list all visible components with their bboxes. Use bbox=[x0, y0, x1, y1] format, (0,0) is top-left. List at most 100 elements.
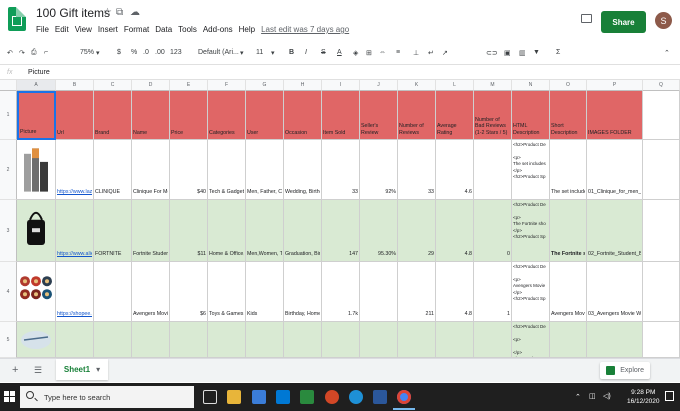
cloud-status-icon[interactable]: ☁ bbox=[130, 7, 140, 18]
table-cell-user[interactable]: Men,Women, Te bbox=[246, 200, 284, 262]
menu-addons[interactable]: Add-ons bbox=[203, 25, 233, 34]
insert-comment-icon[interactable]: ▣ bbox=[504, 49, 511, 57]
header-cell[interactable]: Categories bbox=[208, 91, 246, 140]
table-cell-name[interactable]: Fortnite Student bbox=[132, 200, 170, 262]
taskbar-clock[interactable]: 9:28 PM 16/12/2020 bbox=[627, 388, 660, 406]
sheet-tab-dropdown-icon[interactable]: ▾ bbox=[96, 365, 100, 374]
table-cell-folder[interactable]: 01_Clinique_for_men_h bbox=[587, 140, 643, 200]
table-cell-rating[interactable]: 4.6 bbox=[436, 140, 474, 200]
table-cell-categories[interactable]: Home & Office, bbox=[208, 200, 246, 262]
table-cell-short[interactable]: Avengers Movie bbox=[550, 262, 587, 322]
header-cell[interactable]: Number of Bad Reviews (1-2 Stars / 5) bbox=[474, 91, 512, 140]
header-cell[interactable]: Url bbox=[56, 91, 94, 140]
header-cell[interactable]: IMAGES FOLDER bbox=[587, 91, 643, 140]
row-header-1[interactable]: 1 bbox=[0, 91, 17, 140]
header-cell[interactable]: Brand bbox=[94, 91, 132, 140]
table-cell-html[interactable]: <h2>Product De <p> Avengers Movie </p> <h2>P… bbox=[512, 262, 550, 322]
notifications-icon[interactable] bbox=[665, 391, 674, 401]
table-cell-bad[interactable] bbox=[474, 140, 512, 200]
filter-icon[interactable]: ▼ bbox=[533, 49, 540, 56]
comments-icon[interactable] bbox=[581, 14, 592, 23]
column-header-k[interactable]: K bbox=[398, 80, 436, 91]
table-cell-price[interactable]: $11 bbox=[170, 200, 208, 262]
zoom-dropdown-icon[interactable]: ▾ bbox=[96, 49, 100, 57]
merge-cells-icon[interactable]: ⇔ bbox=[379, 49, 386, 56]
undo-icon[interactable]: ↶ bbox=[7, 49, 13, 57]
picture-cell[interactable] bbox=[17, 322, 56, 358]
table-cell-name[interactable] bbox=[132, 322, 170, 358]
column-header-a[interactable]: A bbox=[17, 80, 56, 91]
column-header-j[interactable]: J bbox=[360, 80, 398, 91]
add-sheet-icon[interactable]: + bbox=[12, 364, 18, 376]
formula-input[interactable]: Picture bbox=[28, 69, 50, 76]
horizontal-align-icon[interactable]: ≡ bbox=[396, 49, 400, 56]
font-select[interactable]: Default (Ari... bbox=[198, 49, 239, 56]
text-color-button[interactable]: A bbox=[337, 49, 342, 56]
table-cell-occasion[interactable] bbox=[284, 322, 322, 358]
star-icon[interactable]: ☆ bbox=[103, 7, 112, 18]
borders-icon[interactable]: ⊞ bbox=[366, 49, 372, 57]
table-cell-url[interactable]: https://www.alies bbox=[56, 200, 94, 262]
move-folder-icon[interactable]: ⧉ bbox=[116, 7, 123, 18]
empty-cell[interactable] bbox=[643, 262, 680, 322]
table-cell-num_reviews[interactable] bbox=[398, 322, 436, 358]
table-cell-review[interactable]: 92% bbox=[360, 140, 398, 200]
table-cell-rating[interactable]: 4.8 bbox=[436, 262, 474, 322]
menu-edit[interactable]: Edit bbox=[55, 25, 69, 34]
table-cell-price[interactable]: $6 bbox=[170, 262, 208, 322]
table-cell-sold[interactable]: 33 bbox=[322, 140, 360, 200]
number-format-button[interactable]: 123 bbox=[170, 49, 182, 56]
column-header-m[interactable]: M bbox=[474, 80, 512, 91]
functions-icon[interactable]: Σ bbox=[556, 49, 560, 56]
powerpoint-icon[interactable] bbox=[325, 390, 339, 404]
picture-cell[interactable] bbox=[17, 140, 56, 200]
table-cell-categories[interactable]: Tech & Gadgets bbox=[208, 140, 246, 200]
text-rotation-icon[interactable]: ↗ bbox=[442, 49, 448, 57]
network-icon[interactable]: ◫ bbox=[589, 392, 596, 400]
strikethrough-button[interactable]: S bbox=[321, 49, 326, 56]
decrease-decimal-button[interactable]: .0 bbox=[143, 49, 149, 56]
font-size-select[interactable]: 11 bbox=[256, 49, 263, 56]
table-cell-sold[interactable] bbox=[322, 322, 360, 358]
table-cell-folder[interactable] bbox=[587, 322, 643, 358]
excel-icon[interactable] bbox=[300, 390, 314, 404]
table-cell-url[interactable]: https://shopee.sg bbox=[56, 262, 94, 322]
menu-view[interactable]: View bbox=[75, 25, 92, 34]
spreadsheet-grid[interactable]: A B C D E F G H I J K L M N O P Q 1 2 3 4 5 Picture Url Brand Nam… bbox=[0, 80, 680, 358]
volume-icon[interactable]: ◁) bbox=[603, 392, 611, 400]
bold-button[interactable]: B bbox=[289, 49, 294, 56]
table-cell-url[interactable] bbox=[56, 322, 94, 358]
table-cell-occasion[interactable]: Wedding, Birthd bbox=[284, 140, 322, 200]
table-cell-user[interactable] bbox=[246, 322, 284, 358]
table-cell-short[interactable]: The set includes bbox=[550, 140, 587, 200]
column-header-e[interactable]: E bbox=[170, 80, 208, 91]
insert-chart-icon[interactable]: ▥ bbox=[519, 49, 526, 57]
table-cell-name[interactable]: Clinique For Me bbox=[132, 140, 170, 200]
increase-decimal-button[interactable]: .00 bbox=[155, 49, 165, 56]
table-cell-review[interactable] bbox=[360, 262, 398, 322]
sheets-logo-icon[interactable] bbox=[8, 7, 26, 31]
select-all-corner[interactable] bbox=[0, 80, 17, 91]
picture-cell[interactable] bbox=[17, 262, 56, 322]
windows-start-icon[interactable] bbox=[4, 391, 15, 402]
italic-button[interactable]: I bbox=[305, 49, 307, 56]
table-cell-bad[interactable]: 0 bbox=[474, 200, 512, 262]
word-icon[interactable] bbox=[373, 390, 387, 404]
chrome-icon[interactable] bbox=[397, 390, 411, 404]
collapse-toolbar-icon[interactable]: ⌃ bbox=[664, 49, 670, 57]
table-cell-occasion[interactable]: Graduation, Birth bbox=[284, 200, 322, 262]
taskbar-search[interactable]: Type here to search bbox=[20, 386, 194, 408]
table-cell-num_reviews[interactable]: 29 bbox=[398, 200, 436, 262]
column-header-f[interactable]: F bbox=[208, 80, 246, 91]
column-header-p[interactable]: P bbox=[587, 80, 643, 91]
table-cell-short[interactable]: The Fortnite st bbox=[550, 200, 587, 262]
task-view-icon[interactable] bbox=[203, 390, 217, 404]
document-title[interactable]: 100 Gift items bbox=[36, 6, 110, 20]
table-cell-num_reviews[interactable]: 33 bbox=[398, 140, 436, 200]
row-header-3[interactable]: 3 bbox=[0, 200, 17, 262]
header-cell[interactable]: Price bbox=[170, 91, 208, 140]
empty-cell[interactable] bbox=[643, 200, 680, 262]
table-cell-sold[interactable]: 1.7k bbox=[322, 262, 360, 322]
header-cell[interactable]: Occasion bbox=[284, 91, 322, 140]
table-cell-review[interactable] bbox=[360, 322, 398, 358]
